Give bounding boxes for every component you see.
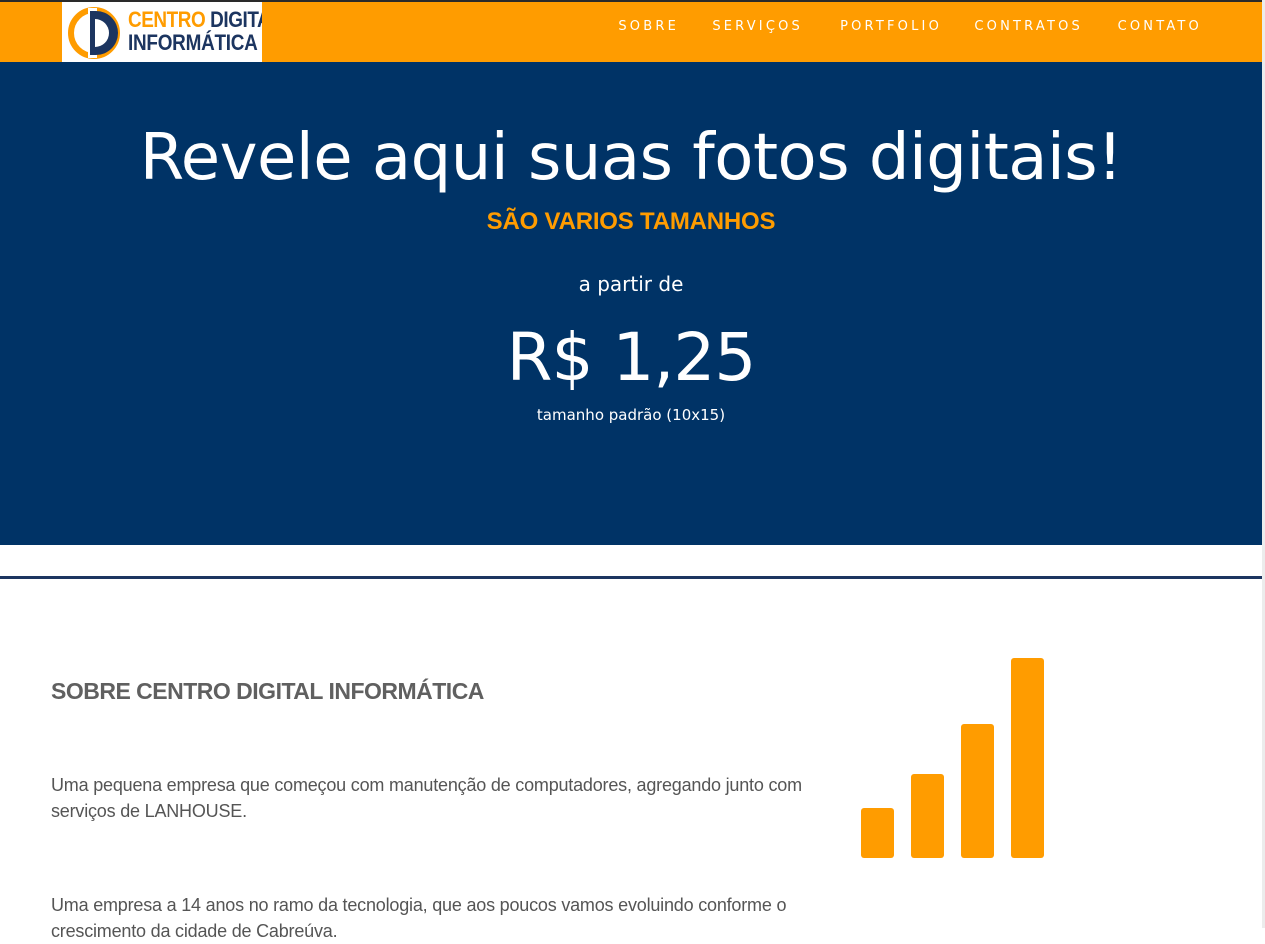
- about-paragraph-1: Uma pequena empresa que começou com manu…: [51, 775, 802, 821]
- cd-logo-icon: [68, 7, 120, 59]
- growth-bar-4: [1011, 658, 1044, 858]
- growth-bar-2: [911, 774, 944, 858]
- logo-word-centro: CENTRO: [128, 7, 206, 32]
- section-divider: [0, 576, 1262, 579]
- price-size-note: tamanho padrão (10x15): [536, 406, 726, 424]
- growth-bars-icon: [861, 658, 1044, 858]
- nav-link-sobre[interactable]: SOBRE: [618, 19, 679, 34]
- price-prefix: a partir de: [578, 272, 684, 296]
- nav-link-contratos[interactable]: CONTRATOS: [974, 19, 1083, 34]
- about-heading: SOBRE CENTRO DIGITAL INFORMÁTICA: [51, 678, 484, 704]
- price-value: R$ 1,25: [506, 319, 757, 396]
- nav-link-servicos[interactable]: SERVIÇOS: [712, 19, 803, 34]
- logo-word-digital: DIGITAL: [210, 7, 262, 32]
- growth-bar-1: [861, 808, 894, 858]
- hero-subtitle: SÃO VARIOS TAMANHOS: [486, 208, 776, 235]
- nav-link-contato[interactable]: CONTATO: [1118, 19, 1202, 34]
- nav-link-portfolio[interactable]: PORTFOLIO: [840, 19, 942, 34]
- about-paragraph-2: Uma empresa a 14 anos no ramo da tecnolo…: [51, 895, 787, 941]
- site-header: CENTRO DIGITAL INFORMÁTICA SOBRE SERVIÇO…: [0, 2, 1265, 62]
- logo-line-1: CENTRO DIGITAL: [128, 8, 262, 32]
- hero-banner: Revele aqui suas fotos digitais! SÃO VAR…: [0, 62, 1262, 545]
- logo-line-2: INFORMÁTICA: [128, 30, 258, 55]
- hero-title: Revele aqui suas fotos digitais!: [139, 121, 1123, 195]
- growth-bar-3: [961, 724, 994, 858]
- site-logo[interactable]: CENTRO DIGITAL INFORMÁTICA: [62, 2, 262, 62]
